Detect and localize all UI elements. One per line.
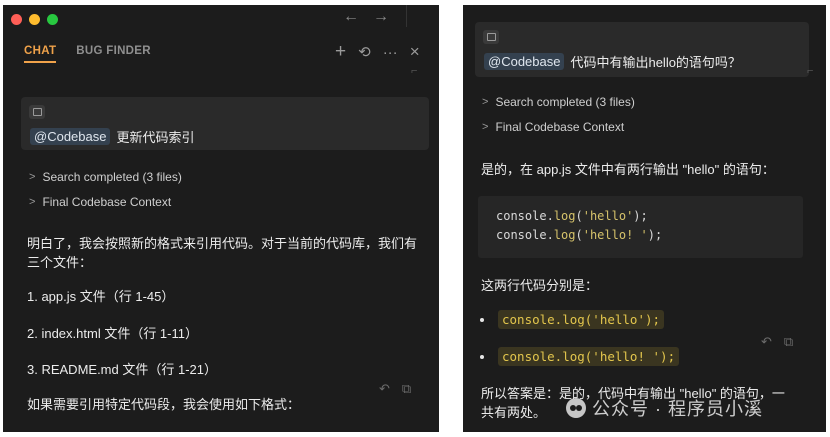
query-line: @Codebase 代码中有输出hello的语句吗？	[484, 52, 741, 71]
code-token: log	[553, 228, 576, 242]
codebase-mention[interactable]: @Codebase	[30, 128, 111, 145]
query-box[interactable]: @Codebase 更新代码索引	[21, 97, 429, 150]
inline-code: console.log('hello');	[498, 310, 665, 329]
list-item: console.log('hello! ');	[480, 347, 680, 366]
message-actions: ↶ ⧉	[761, 334, 793, 350]
step-label: Search completed (3 files)	[495, 95, 635, 109]
topbar-divider	[406, 5, 407, 27]
minimize-window-button[interactable]	[29, 14, 40, 25]
watermark: 公众号 · 程序员小溪	[566, 395, 763, 421]
panel-tabs: CHAT BUG FINDER	[24, 45, 151, 63]
step-final-context[interactable]: > Final Codebase Context	[29, 195, 171, 209]
code-line: console.log('hello! ');	[496, 228, 662, 242]
step-search-completed[interactable]: > Search completed (3 files)	[29, 170, 182, 184]
arrow-right-icon[interactable]: →	[373, 8, 389, 26]
code-token: 'hello'	[582, 209, 634, 223]
context-icon[interactable]	[29, 105, 45, 119]
file-item-index: 2. index.html 文件（行 1-11）	[27, 326, 198, 341]
file-item-readme: 3. README.md 文件（行 1-21）	[27, 362, 217, 377]
chevron-right-icon: >	[29, 171, 36, 183]
chevron-right-icon: >	[482, 121, 489, 133]
copy-icon[interactable]: ⧉	[402, 381, 411, 397]
left-chat-panel: ← → CHAT BUG FINDER + ⟲ ··· × ⌐ @Codebas…	[3, 5, 439, 432]
history-icon[interactable]: ⟲	[358, 43, 371, 61]
close-icon[interactable]: ×	[410, 42, 420, 62]
subtitle-text: 这两行代码分别是：	[481, 278, 599, 293]
step-label: Final Codebase Context	[42, 195, 172, 209]
step-label: Search completed (3 files)	[42, 170, 182, 184]
arrow-left-icon[interactable]: ←	[343, 8, 359, 26]
code-token: (	[575, 228, 583, 242]
query-box[interactable]: @Codebase 代码中有输出hello的语句吗？	[475, 22, 809, 77]
panel-toolbar: + ⟲ ··· ×	[335, 41, 420, 63]
code-block[interactable]: console.log('hello'); console.log('hello…	[478, 196, 803, 258]
code-token: console.	[496, 228, 554, 242]
intro-line-2: 三个文件：	[27, 255, 93, 270]
window-controls	[11, 14, 58, 25]
chevron-right-icon: >	[482, 96, 489, 108]
message-actions: ↶ ⧉	[379, 381, 411, 397]
wechat-icon	[566, 398, 586, 418]
closing-text: 如果需要引用特定代码段，我会使用如下格式：	[27, 397, 301, 412]
codebase-mention[interactable]: @Codebase	[484, 53, 565, 70]
tab-bug-finder[interactable]: BUG FINDER	[76, 45, 151, 63]
bullet-icon	[480, 317, 484, 322]
intro-line-1: 明白了，我会按照新的格式来引用代码。对于当前的代码库，我们有	[27, 236, 418, 251]
answer-text: 是的，在 app.js 文件中有两行输出 "hello" 的语句：	[481, 162, 775, 177]
close-window-button[interactable]	[11, 14, 22, 25]
navigation-arrows: ← →	[343, 8, 389, 26]
undo-icon[interactable]: ↶	[761, 334, 772, 350]
code-token: 'hello! '	[582, 228, 648, 242]
step-search-completed[interactable]: > Search completed (3 files)	[482, 95, 635, 109]
step-final-context[interactable]: > Final Codebase Context	[482, 120, 624, 134]
file-item-app: 1. app.js 文件（行 1-45）	[27, 289, 175, 304]
more-icon[interactable]: ···	[383, 44, 398, 61]
corner-mark-icon: ⌐	[411, 65, 418, 77]
right-chat-panel: @Codebase 代码中有输出hello的语句吗？ ⌐ > Search co…	[463, 5, 826, 432]
query-text: 代码中有输出hello的语句吗？	[570, 55, 741, 70]
step-label: Final Codebase Context	[495, 120, 625, 134]
list-item: console.log('hello');	[480, 310, 665, 329]
corner-mark-icon: ⌐	[807, 65, 814, 77]
code-token: console.	[496, 209, 554, 223]
code-token: (	[575, 209, 583, 223]
final-answer-line-2: 共有两处。	[481, 405, 547, 420]
tab-chat[interactable]: CHAT	[24, 45, 57, 63]
query-text: 更新代码索引	[116, 130, 195, 145]
query-line: @Codebase 更新代码索引	[30, 127, 194, 146]
code-token: log	[553, 209, 576, 223]
bullet-icon	[480, 354, 484, 359]
plus-icon[interactable]: +	[335, 41, 346, 63]
watermark-text: 公众号 · 程序员小溪	[592, 399, 763, 419]
undo-icon[interactable]: ↶	[379, 381, 390, 397]
inline-code: console.log('hello! ');	[498, 347, 680, 366]
maximize-window-button[interactable]	[47, 14, 58, 25]
code-token: );	[647, 228, 663, 242]
code-token: );	[633, 209, 648, 223]
context-icon[interactable]	[483, 30, 499, 44]
chevron-right-icon: >	[29, 196, 36, 208]
code-line: console.log('hello');	[496, 209, 648, 223]
copy-icon[interactable]: ⧉	[784, 334, 793, 350]
